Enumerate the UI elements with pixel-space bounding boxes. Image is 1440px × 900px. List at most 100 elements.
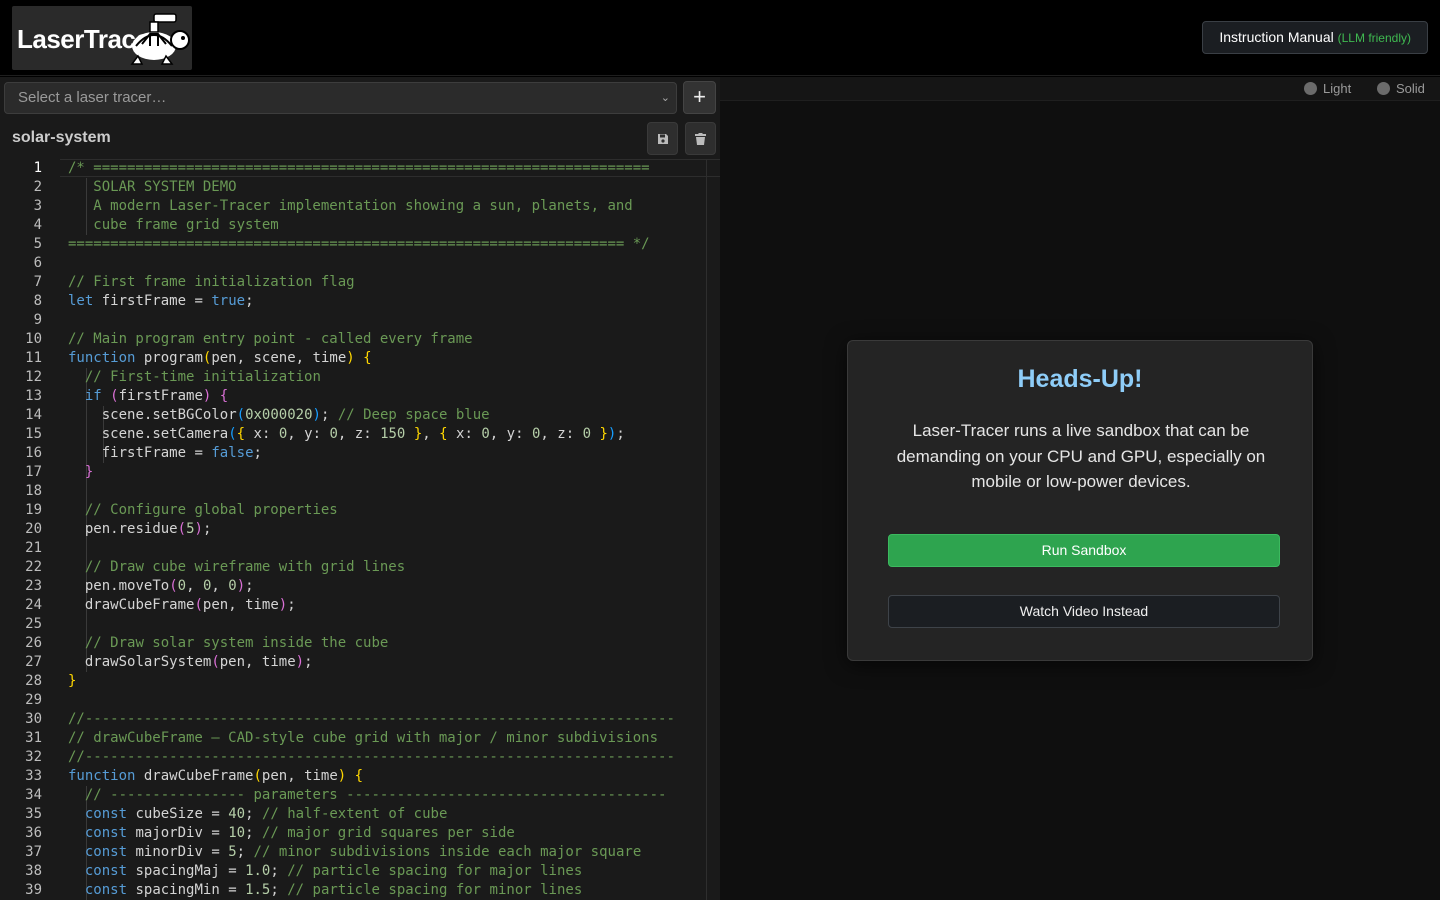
llm-friendly-tag: (LLM friendly) (1337, 31, 1411, 45)
light-label: Light (1323, 81, 1352, 96)
line-number: 11 (25, 350, 42, 366)
save-button[interactable] (647, 122, 678, 155)
line-number: 29 (25, 692, 42, 708)
code-line: } (68, 673, 77, 689)
dialog-message: Laser-Tracer runs a live sandbox that ca… (896, 421, 1266, 492)
line-number: 16 (25, 445, 42, 461)
code-line: // Draw solar system inside the cube (84, 635, 389, 651)
app-header: LaserTracer Instruction Manual (LLM frie… (0, 0, 1440, 76)
code-line: ========================================… (68, 236, 650, 252)
line-number: 4 (33, 217, 42, 233)
code-line: // Configure global properties (84, 502, 338, 518)
line-number: 25 (25, 616, 42, 632)
code-content[interactable]: /* =====================================… (68, 159, 706, 900)
code-line: function program(pen, scene, time) { (68, 350, 372, 366)
laser-tracer-select[interactable]: Select a laser tracer… ⌄ (4, 82, 677, 114)
code-line: let firstFrame = true; (68, 293, 254, 309)
line-number: 14 (25, 407, 42, 423)
line-number: 27 (25, 654, 42, 670)
line-number: 23 (25, 578, 42, 594)
line-number: 28 (25, 673, 42, 689)
run-sandbox-button[interactable]: Run Sandbox (888, 534, 1280, 567)
code-line: //--------------------------------------… (68, 711, 675, 727)
instruction-manual-button[interactable]: Instruction Manual (LLM friendly) (1202, 21, 1428, 54)
editor-scrollbar[interactable] (706, 159, 707, 900)
add-tracer-button[interactable]: + (683, 81, 716, 114)
code-line: // First-time initialization (84, 369, 321, 385)
code-line: SOLAR SYSTEM DEMO (68, 179, 237, 195)
code-line: drawCubeFrame(pen, time); (84, 597, 296, 613)
line-number: 39 (25, 882, 42, 898)
trash-icon (695, 132, 706, 145)
file-title: solar-system (12, 129, 111, 146)
line-number: 37 (25, 844, 42, 860)
dialog-title: Heads-Up! (1017, 365, 1143, 393)
solid-label: Solid (1396, 81, 1425, 96)
select-placeholder: Select a laser tracer… (18, 89, 167, 106)
turtle-laser-icon (130, 13, 190, 65)
manual-label: Instruction Manual (1219, 29, 1334, 45)
delete-button[interactable] (685, 122, 716, 155)
line-number: 24 (25, 597, 42, 613)
line-number: 12 (25, 369, 42, 385)
line-number: 9 (33, 312, 42, 328)
line-number: 7 (33, 274, 42, 290)
line-number: 3 (33, 198, 42, 214)
solid-radio[interactable] (1377, 82, 1390, 95)
code-line: pen.residue(5); (84, 521, 212, 537)
line-number: 17 (25, 464, 42, 480)
code-line: function drawCubeFrame(pen, time) { (68, 768, 364, 784)
code-line: const majorDiv = 10; // major grid squar… (84, 825, 515, 841)
solid-toggle[interactable]: Solid (1377, 81, 1425, 96)
line-number: 36 (25, 825, 42, 841)
heads-up-dialog: Heads-Up! Laser-Tracer runs a live sandb… (847, 340, 1313, 661)
line-number: 20 (25, 521, 42, 537)
code-line: if (firstFrame) { (84, 388, 229, 404)
code-line: // Main program entry point - called eve… (68, 331, 473, 347)
code-line: cube frame grid system (68, 217, 279, 233)
line-number: 38 (25, 863, 42, 879)
chevron-down-icon: ⌄ (660, 92, 670, 104)
code-line: A modern Laser-Tracer implementation sho… (68, 198, 633, 214)
line-number: 1 (33, 160, 42, 176)
line-number: 33 (25, 768, 42, 784)
code-line: // Draw cube wireframe with grid lines (84, 559, 406, 575)
line-number: 34 (25, 787, 42, 803)
code-line: scene.setBGColor(0x000020); // Deep spac… (101, 407, 490, 423)
code-editor[interactable]: 1 2 3 4 5 6 7 8 9 10 11 12 13 14 15 16 17 18 19 20 21 22 23 24 2… (0, 159, 720, 900)
code-line: //--------------------------------------… (68, 749, 675, 765)
code-line: // ---------------- parameters ---------… (84, 787, 667, 803)
line-number: 10 (25, 331, 42, 347)
line-number: 5 (33, 236, 42, 252)
save-icon (657, 133, 668, 144)
line-number: 31 (25, 730, 42, 746)
watch-video-button[interactable]: Watch Video Instead (888, 595, 1280, 628)
code-line: const spacingMin = 1.5; // particle spac… (84, 882, 583, 898)
line-number: 8 (33, 293, 42, 309)
code-line: const cubeSize = 40; // half-extent of c… (84, 806, 448, 822)
code-line: // First frame initialization flag (68, 274, 355, 290)
line-number: 22 (25, 559, 42, 575)
light-radio[interactable] (1304, 82, 1317, 95)
line-number: 26 (25, 635, 42, 651)
code-line: } (84, 464, 94, 480)
lasertracer-logo[interactable]: LaserTracer (12, 6, 192, 70)
code-line: pen.moveTo(0, 0, 0); (84, 578, 254, 594)
line-number: 19 (25, 502, 42, 518)
line-number: 32 (25, 749, 42, 765)
code-line: drawSolarSystem(pen, time); (84, 654, 313, 670)
line-number: 35 (25, 806, 42, 822)
line-number: 30 (25, 711, 42, 727)
editor-panel: Select a laser tracer… ⌄ + solar-system … (0, 77, 720, 900)
light-toggle[interactable]: Light (1304, 81, 1351, 96)
code-line: /* =====================================… (68, 160, 650, 176)
line-number: 2 (33, 179, 42, 195)
line-number-gutter: 1 2 3 4 5 6 7 8 9 10 11 12 13 14 15 16 17 18 19 20 21 22 23 24 2… (0, 159, 48, 900)
code-line: scene.setCamera({ x: 0, y: 0, z: 150 }, … (101, 426, 625, 442)
line-number: 18 (25, 483, 42, 499)
